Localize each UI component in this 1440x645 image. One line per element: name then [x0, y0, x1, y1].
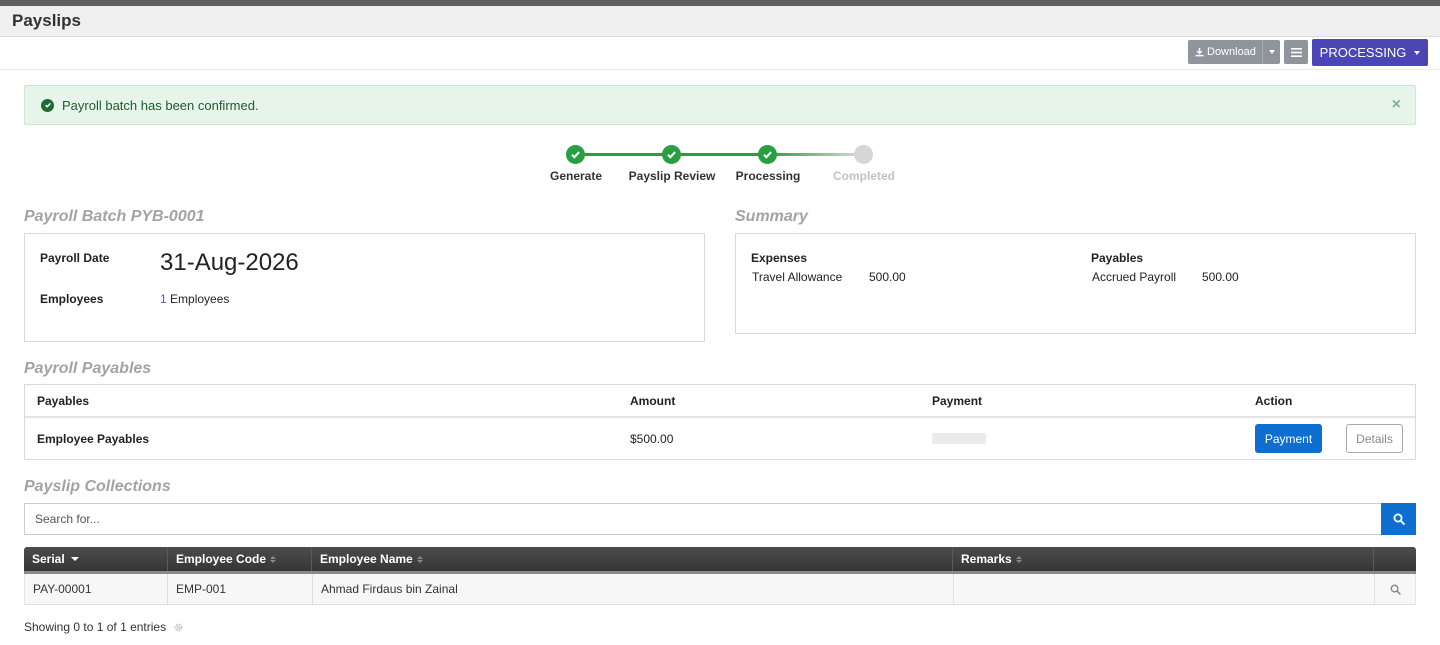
- collections-title: Payslip Collections: [24, 478, 171, 495]
- close-icon[interactable]: ×: [1392, 96, 1401, 114]
- batch-title: Payroll Batch PYB-0001: [24, 208, 205, 225]
- collections-table-header: Serial Employee Code Employee Name Remar…: [24, 547, 1416, 574]
- cell-employee-code: EMP-001: [168, 574, 313, 604]
- sort-desc-icon: [70, 557, 79, 561]
- list-menu-button[interactable]: [1284, 40, 1308, 64]
- summary-panel: Expenses Travel Allowance 500.00 Payable…: [735, 233, 1416, 334]
- search-input[interactable]: [24, 503, 1381, 535]
- toolbar: Download PROCESSING: [1188, 39, 1428, 67]
- step-label-payslip-review: Payslip Review: [628, 169, 716, 183]
- chevron-down-icon: [1268, 50, 1275, 54]
- payables-table-header: Payables Amount Payment Action: [25, 385, 1415, 418]
- alert-message: Payroll batch has been confirmed.: [62, 97, 259, 113]
- status-dropdown-button[interactable]: PROCESSING: [1312, 39, 1428, 66]
- column-header-employee-name[interactable]: Employee Name: [312, 547, 953, 571]
- payable-name: Accrued Payroll: [1092, 270, 1177, 284]
- column-header-payment: Payment: [932, 394, 983, 408]
- step-label-generate: Generate: [549, 169, 603, 183]
- column-header-amount: Amount: [630, 394, 676, 408]
- step-connector: [576, 153, 672, 156]
- expense-name: Travel Allowance: [752, 270, 843, 284]
- search-icon: [1393, 513, 1405, 525]
- sort-icon: [1015, 555, 1022, 563]
- download-label: Download: [1207, 46, 1256, 58]
- summary-title: Summary: [735, 208, 808, 225]
- title-bar: Payslips: [0, 6, 1440, 37]
- sort-icon: [270, 555, 277, 563]
- step-generate-check-icon: [566, 145, 585, 164]
- batch-info-panel: Payroll Date 31-Aug-2026 Employees 1 Emp…: [24, 233, 705, 342]
- cell-employee-name: Ahmad Firdaus bin Zainal: [313, 574, 954, 604]
- sort-icon: [416, 555, 423, 563]
- table-row[interactable]: PAY-00001 EMP-001 Ahmad Firdaus bin Zain…: [24, 574, 1416, 605]
- payables-title: Payroll Payables: [24, 360, 152, 377]
- search-button[interactable]: [1381, 503, 1416, 535]
- entries-info: Showing 0 to 1 of 1 entries: [24, 620, 167, 634]
- payment-button[interactable]: Payment: [1255, 424, 1322, 453]
- payable-row-amount: $500.00: [630, 432, 674, 446]
- column-header-action: Action: [1255, 394, 1293, 408]
- employees-value: 1 Employees: [160, 292, 229, 306]
- check-circle-icon: [41, 98, 54, 112]
- column-header-serial[interactable]: Serial: [24, 547, 168, 571]
- serial-header-label: Serial: [32, 552, 65, 566]
- magnifier-icon: [1390, 584, 1401, 595]
- payslip-collections-table: Serial Employee Code Employee Name Remar…: [24, 547, 1416, 605]
- payment-placeholder: [932, 433, 986, 444]
- payables-label: Payables: [1091, 251, 1144, 265]
- employee-name-header-label: Employee Name: [320, 552, 413, 566]
- download-icon: [1195, 47, 1204, 56]
- column-header-payables: Payables: [37, 394, 90, 408]
- page-title: Payslips: [12, 11, 81, 30]
- expenses-label: Expenses: [751, 251, 808, 265]
- payables-table: Payables Amount Payment Action Employee …: [24, 384, 1416, 460]
- step-connector: [672, 153, 768, 156]
- cell-remarks: [954, 574, 1375, 604]
- table-footer: Showing 0 to 1 of 1 entries: [24, 620, 184, 634]
- list-icon: [1290, 47, 1302, 57]
- step-processing-check-icon: [758, 145, 777, 164]
- success-alert: Payroll batch has been confirmed. ×: [24, 85, 1416, 125]
- remarks-header-label: Remarks: [961, 552, 1012, 566]
- step-connector: [768, 153, 864, 156]
- employees-suffix: Employees: [170, 292, 230, 306]
- employees-count-link[interactable]: 1: [160, 292, 167, 306]
- download-button[interactable]: Download: [1188, 40, 1280, 64]
- search-bar: [24, 503, 1416, 535]
- payroll-date-value: 31-Aug-2026: [160, 249, 299, 276]
- details-button[interactable]: Details: [1346, 424, 1403, 453]
- payroll-date-label: Payroll Date: [40, 251, 110, 265]
- chevron-down-icon: [1414, 50, 1421, 55]
- step-label-processing: Processing: [735, 169, 801, 183]
- progress-stepper: Generate Payslip Review Processing Compl…: [540, 144, 920, 189]
- column-header-employee-code[interactable]: Employee Code: [168, 547, 312, 571]
- expense-amount: 500.00: [869, 270, 906, 284]
- column-header-remarks[interactable]: Remarks: [953, 547, 1374, 571]
- header-divider: [0, 69, 1440, 70]
- step-label-completed: Completed: [832, 169, 895, 183]
- gear-icon[interactable]: [173, 622, 184, 633]
- status-label: PROCESSING: [1319, 45, 1407, 60]
- row-view-button[interactable]: [1375, 574, 1415, 604]
- download-dropdown-toggle[interactable]: [1262, 40, 1280, 64]
- step-completed-circle-icon: [854, 145, 873, 164]
- employees-label: Employees: [40, 292, 104, 306]
- payable-row-name: Employee Payables: [37, 432, 150, 446]
- step-payslip-review-check-icon: [662, 145, 681, 164]
- cell-serial: PAY-00001: [25, 574, 168, 604]
- employee-code-header-label: Employee Code: [176, 552, 267, 566]
- payable-amount: 500.00: [1202, 270, 1239, 284]
